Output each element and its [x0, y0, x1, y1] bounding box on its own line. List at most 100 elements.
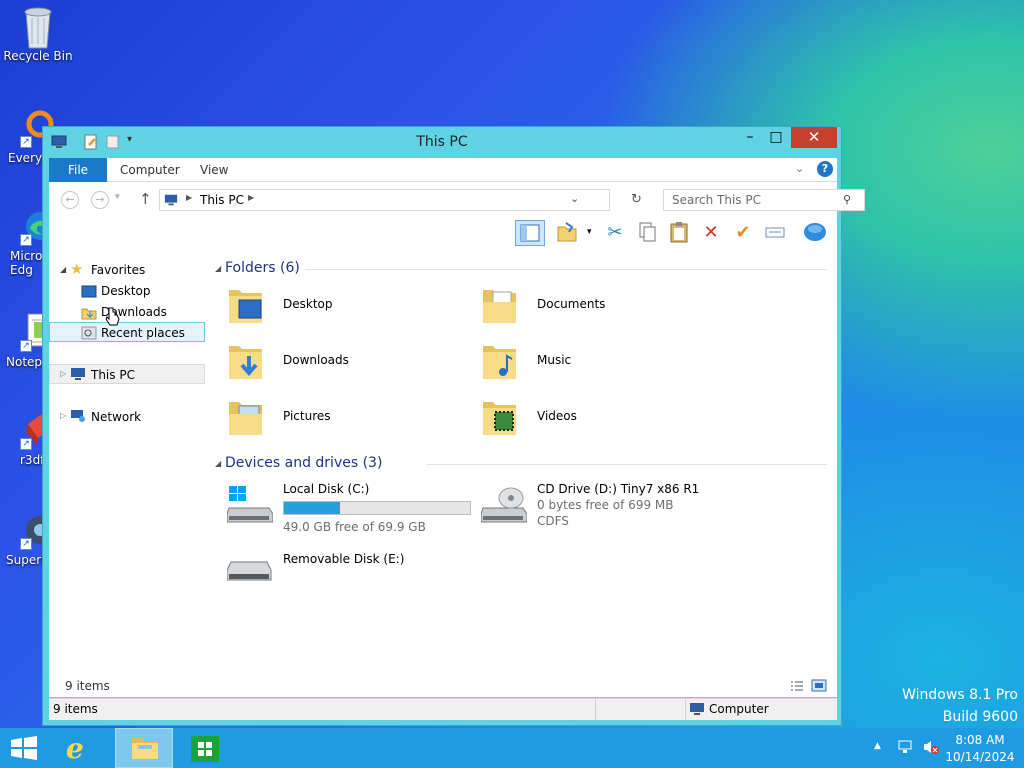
- clock-date[interactable]: 10/14/2024: [944, 750, 1016, 764]
- shortcut-arrow-icon: ↗: [20, 136, 32, 148]
- store-taskbar-button[interactable]: [176, 728, 234, 768]
- shortcut-arrow-icon: ↗: [20, 438, 32, 450]
- ribbon-tabs: File Computer View ⌄ ?: [49, 158, 837, 182]
- nav-desktop[interactable]: Desktop: [101, 281, 151, 301]
- computer-icon: [689, 702, 705, 719]
- folder-label: Documents: [537, 297, 606, 311]
- dropdown-arrow-icon[interactable]: ▾: [587, 227, 592, 237]
- folder-label: Downloads: [283, 353, 349, 367]
- explorer-window: ▾ This PC – □ ✕ File Computer View ⌄ ? ←…: [42, 126, 865, 726]
- expand-this-pc-icon[interactable]: ▷: [60, 369, 66, 378]
- properties-folder-icon[interactable]: [555, 221, 579, 245]
- desktop-icon-recycle-bin[interactable]: Recycle Bin: [0, 6, 76, 63]
- folder-item-documents[interactable]: Documents: [481, 284, 721, 340]
- downloads-nav-icon: [81, 306, 97, 323]
- search-icon[interactable]: ⚲: [843, 193, 851, 206]
- internet-explorer-taskbar-button[interactable]: e: [52, 728, 110, 768]
- minimize-button[interactable]: –: [737, 127, 763, 148]
- folder-item-desktop[interactable]: Desktop: [227, 284, 467, 340]
- help-icon[interactable]: ?: [817, 161, 833, 177]
- globe-icon[interactable]: [803, 221, 827, 245]
- windows-watermark: Windows 8.1 Pro Build 9600: [902, 684, 1018, 728]
- tab-computer[interactable]: Computer: [120, 158, 180, 182]
- address-row: ← → ▾ ↑ ▶ This PC ▶ ⌄ ⟳ ↻ Search This PC…: [49, 182, 865, 216]
- drive-free-space: 0 bytes free of 699 MB: [537, 498, 674, 512]
- title-bar[interactable]: ▾ This PC – □ ✕: [43, 127, 841, 157]
- cd-drive-icon: [480, 486, 528, 528]
- show-hidden-icons-icon[interactable]: ▲: [874, 741, 881, 751]
- folder-label: Desktop: [283, 297, 333, 311]
- forward-button[interactable]: →: [91, 191, 109, 209]
- recent-locations-icon[interactable]: ▾: [115, 192, 120, 202]
- volume-muted-icon[interactable]: [922, 739, 940, 758]
- folder-item-music[interactable]: Music: [481, 340, 721, 396]
- nav-this-pc[interactable]: This PC: [91, 365, 135, 385]
- tab-file[interactable]: File: [49, 158, 107, 182]
- recent-places-icon: [81, 326, 97, 343]
- copy-icon[interactable]: [635, 221, 659, 245]
- address-history-icon[interactable]: ⌄: [570, 192, 579, 205]
- expand-network-icon[interactable]: ▷: [60, 411, 66, 420]
- file-explorer-taskbar-button[interactable]: [115, 728, 173, 768]
- nav-network[interactable]: Network: [91, 407, 141, 427]
- desktop-nav-icon: [81, 285, 97, 302]
- rename-icon[interactable]: [763, 221, 787, 245]
- folder-item-videos[interactable]: Videos: [481, 396, 721, 452]
- this-pc-icon: [164, 193, 178, 210]
- expand-ribbon-icon[interactable]: ⌄: [795, 162, 804, 175]
- collapse-devices-icon[interactable]: ◢: [215, 459, 221, 468]
- mouse-cursor-icon: [105, 306, 121, 331]
- paste-icon[interactable]: [667, 221, 691, 245]
- folder-label: Videos: [537, 409, 577, 423]
- network-icon: [70, 409, 86, 426]
- address-bar[interactable]: ▶ This PC ▶ ⌄: [159, 189, 610, 211]
- folder-item-downloads[interactable]: Downloads: [227, 340, 467, 396]
- refresh-icon[interactable]: ↻: [631, 192, 642, 207]
- window-title: This PC: [416, 134, 468, 150]
- drive-item-c[interactable]: Local Disk (C:) 49.0 GB free of 69.9 GB: [226, 482, 477, 538]
- back-button[interactable]: ←: [61, 191, 79, 209]
- drive-item-e[interactable]: Removable Disk (E:): [226, 550, 477, 606]
- status-divider: [685, 699, 686, 720]
- tab-view[interactable]: View: [200, 158, 228, 182]
- status-location: Computer: [709, 702, 769, 716]
- nav-favorites[interactable]: Favorites: [91, 260, 145, 280]
- up-button[interactable]: ↑: [139, 190, 152, 208]
- search-input[interactable]: Search This PC: [663, 189, 865, 211]
- cut-icon[interactable]: ✂: [603, 221, 627, 245]
- shortcut-arrow-icon: ↗: [20, 234, 32, 246]
- folder-label: Music: [537, 353, 572, 367]
- group-divider: [427, 464, 827, 465]
- drive-label: CD Drive (D:) Tiny7 x86 R1: [537, 482, 700, 496]
- shortcut-arrow-icon: ↗: [20, 538, 32, 550]
- breadcrumb-separator-icon: ▶: [186, 193, 193, 202]
- folder-item-pictures[interactable]: Pictures: [227, 396, 467, 452]
- group-header-devices[interactable]: Devices and drives (3): [225, 455, 382, 471]
- drive-label: Local Disk (C:): [283, 482, 370, 496]
- collapse-folders-icon[interactable]: ◢: [215, 264, 221, 273]
- removable-disk-icon: [226, 556, 272, 598]
- details-view-icon[interactable]: [789, 679, 805, 696]
- large-icons-view-icon[interactable]: [811, 678, 827, 697]
- maximize-button[interactable]: □: [763, 127, 789, 148]
- downloads-folder-icon: [227, 340, 265, 382]
- drive-label: Removable Disk (E:): [283, 552, 405, 566]
- preview-pane-button[interactable]: [515, 220, 545, 246]
- recycle-bin-icon: [20, 6, 56, 49]
- delete-icon[interactable]: ✕: [699, 221, 723, 245]
- close-button[interactable]: ✕: [791, 127, 837, 148]
- breadcrumb-separator-icon[interactable]: ▶: [248, 193, 254, 202]
- watermark-build: Build 9600: [942, 709, 1018, 725]
- checkmark-icon[interactable]: ✔: [731, 221, 755, 245]
- desktop-icon-label: Recycle Bin: [3, 49, 73, 63]
- breadcrumb[interactable]: This PC: [200, 193, 244, 207]
- network-tray-icon[interactable]: [898, 739, 914, 758]
- drive-free-space: 49.0 GB free of 69.9 GB: [283, 520, 426, 534]
- group-header-folders[interactable]: Folders (6): [225, 260, 300, 276]
- desktop-folder-icon: [227, 284, 265, 326]
- start-button[interactable]: [0, 728, 48, 768]
- collapse-favorites-icon[interactable]: ◢: [60, 265, 66, 274]
- clock-time[interactable]: 8:08 AM: [944, 733, 1016, 747]
- drive-item-d[interactable]: CD Drive (D:) Tiny7 x86 R1 0 bytes free …: [480, 482, 781, 538]
- drive-usage-fill: [284, 502, 340, 514]
